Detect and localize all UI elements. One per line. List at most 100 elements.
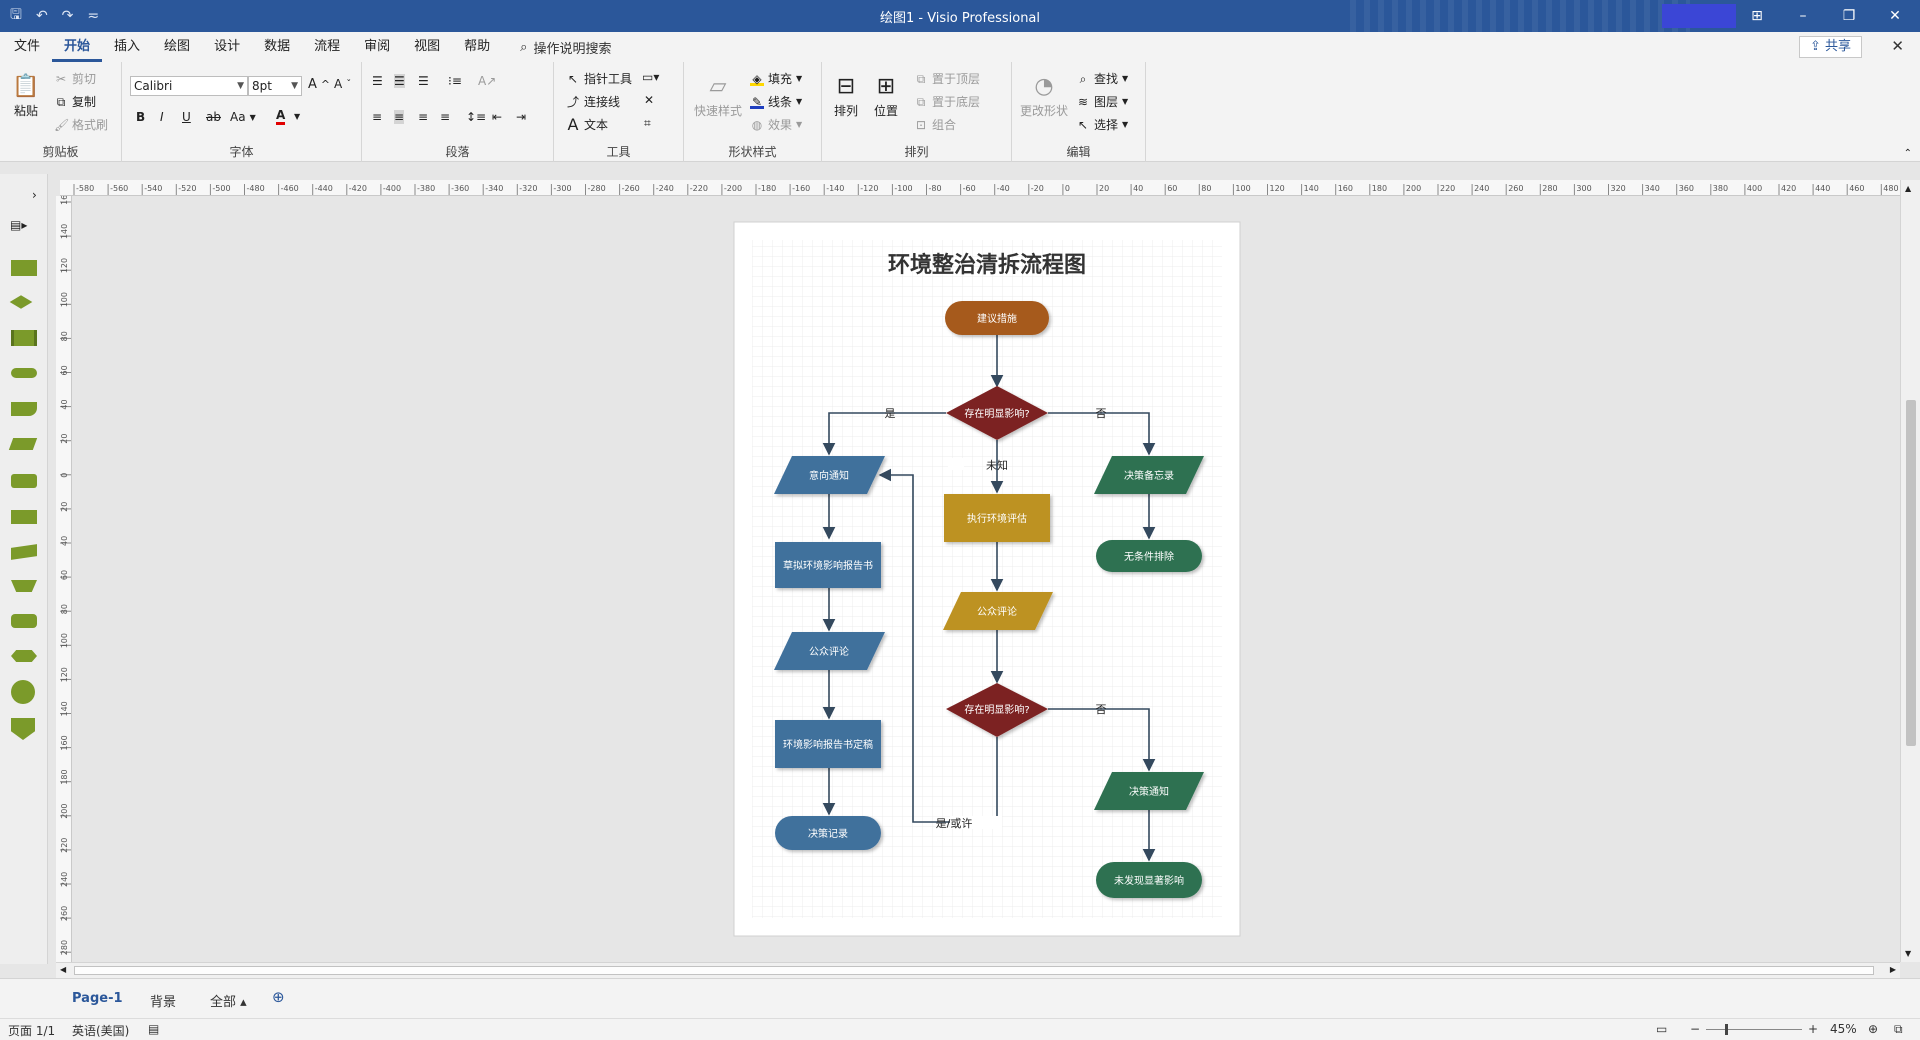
find-button[interactable]: ⌕ 查找 ▼	[1076, 70, 1129, 87]
storage-shape[interactable]	[11, 510, 37, 524]
edge-label-no2[interactable]: 否	[1096, 703, 1107, 716]
language-indicator[interactable]: 英语(美国)	[72, 1022, 129, 1039]
tab-design[interactable]: 设计	[202, 32, 252, 62]
horizontal-scroll-thumb[interactable]	[74, 966, 1874, 975]
edge-label-no[interactable]: 否	[1096, 407, 1107, 420]
align-left-icon[interactable]: ≡	[372, 110, 382, 124]
node-decision-notice[interactable]: 决策通知	[1094, 772, 1204, 810]
rectangle-tool-icon[interactable]: ▭▾	[642, 70, 659, 84]
send-to-back-button[interactable]: ⧉ 置于底层	[914, 93, 980, 110]
font-color-button[interactable]: A	[276, 108, 286, 125]
node-notice[interactable]: 意向通知	[774, 456, 885, 494]
page-tab-all[interactable]: 全部 ▴	[210, 991, 247, 1010]
stencil-menu-icon[interactable]: ▤▸	[10, 218, 27, 232]
document-shape[interactable]	[11, 402, 37, 416]
line-spacing-icon[interactable]: ↕≡	[466, 110, 486, 124]
align-top-icon[interactable]: ☰	[372, 74, 383, 88]
fill-button[interactable]: ◈ 填充 ▼	[750, 70, 802, 87]
scroll-left-icon[interactable]: ◀	[60, 965, 66, 974]
page-indicator[interactable]: 页面 1/1	[8, 1022, 55, 1039]
change-case-button[interactable]: Aa ▼	[230, 110, 256, 124]
justify-icon[interactable]: ≡	[440, 110, 450, 124]
zoom-level[interactable]: 45%	[1830, 1022, 1857, 1036]
preparation-shape[interactable]	[11, 650, 37, 662]
node-memo[interactable]: 决策备忘录	[1094, 456, 1204, 494]
collapse-ribbon-icon[interactable]: ⌃	[1904, 148, 1912, 159]
node-start[interactable]: 建议措施	[945, 301, 1049, 335]
card-shape[interactable]	[11, 614, 37, 628]
node-no-impact[interactable]: 未发现显著影响	[1096, 862, 1202, 898]
zoom-out-button[interactable]: −	[1690, 1022, 1700, 1036]
bring-to-front-button[interactable]: ⧉ 置于顶层	[914, 70, 980, 87]
macro-icon[interactable]: ▤	[148, 1022, 159, 1036]
data-shape[interactable]	[8, 438, 38, 450]
select-button[interactable]: ↖ 选择 ▼	[1076, 116, 1128, 133]
account-badge[interactable]	[1662, 4, 1736, 28]
node-draft[interactable]: 草拟环境影响报告书	[775, 542, 881, 588]
tab-draw[interactable]: 绘图	[152, 32, 202, 62]
node-comment-mid[interactable]: 公众评论	[943, 592, 1053, 630]
format-painter-button[interactable]: 🖌 格式刷	[54, 116, 108, 133]
vertical-scroll-thumb[interactable]	[1906, 400, 1916, 746]
zoom-slider-track[interactable]	[1706, 1029, 1802, 1030]
edge-label-unknown[interactable]: 未知	[986, 458, 1008, 472]
align-middle-icon[interactable]: ☰	[394, 74, 405, 88]
effects-button[interactable]: ◍ 效果 ▼	[750, 116, 802, 133]
predefined-shape[interactable]	[11, 474, 37, 488]
align-bottom-icon[interactable]: ☰	[418, 74, 429, 88]
node-excluded[interactable]: 无条件排除	[1096, 540, 1202, 572]
horizontal-scrollbar[interactable]: ◀ ▶	[56, 962, 1900, 978]
decrease-font-button[interactable]: Aˇ	[334, 77, 351, 91]
minimize-button[interactable]: –	[1780, 0, 1826, 32]
copy-button[interactable]: ⧉ 复制	[54, 93, 96, 110]
decrease-indent-icon[interactable]: ⇤	[492, 110, 502, 124]
bold-button[interactable]: B	[136, 110, 145, 124]
switch-windows-icon[interactable]: ⧉	[1894, 1022, 1903, 1037]
terminator-shape[interactable]	[11, 368, 37, 378]
node-record[interactable]: 决策记录	[775, 816, 881, 850]
scroll-up-icon[interactable]: ▲	[1905, 184, 1911, 193]
restore-button[interactable]: ❐	[1826, 0, 1872, 32]
paste-button[interactable]: 📋 粘贴	[10, 70, 42, 119]
text-direction-icon[interactable]: A↗	[478, 74, 496, 88]
tab-data[interactable]: 数据	[252, 32, 302, 62]
ribbon-display-options-icon[interactable]: ⊞	[1734, 0, 1780, 32]
manual-input-shape[interactable]	[11, 544, 37, 560]
presentation-mode-icon[interactable]: ▭	[1656, 1022, 1667, 1036]
close-icon[interactable]: ✕	[1891, 37, 1904, 55]
expand-shapes-icon[interactable]: ›	[32, 188, 37, 202]
align-right-icon[interactable]: ≡	[418, 110, 428, 124]
italic-button[interactable]: I	[160, 110, 164, 124]
tab-home[interactable]: 开始	[52, 32, 103, 62]
fit-page-icon[interactable]: ⊕	[1868, 1022, 1878, 1036]
drawing-canvas[interactable]: 环境整治清拆流程图 建议措施 存在明显影响? 意向通知 草拟环境影响报告书 公众…	[72, 196, 1900, 962]
tab-process[interactable]: 流程	[302, 32, 352, 62]
delete-connector-icon[interactable]: ✕	[644, 93, 654, 107]
quick-styles-button[interactable]: ▱ 快速样式	[694, 70, 742, 119]
font-size-select[interactable]: 8pt ▼	[248, 76, 302, 96]
layers-button[interactable]: ≋ 图层 ▼	[1076, 93, 1128, 110]
pointer-tool-button[interactable]: ↖ 指针工具	[566, 70, 632, 87]
strikethrough-button[interactable]: ab	[206, 110, 221, 124]
underline-button[interactable]: U	[182, 110, 191, 124]
tab-help[interactable]: 帮助	[452, 32, 502, 62]
tab-view[interactable]: 视图	[402, 32, 452, 62]
add-page-icon[interactable]: ⊕	[272, 988, 285, 1006]
connector-circle-shape[interactable]	[11, 680, 35, 704]
close-button[interactable]: ✕	[1872, 0, 1918, 32]
diagram-title[interactable]: 环境整治清拆流程图	[888, 252, 1086, 278]
page-tab-page1[interactable]: Page-1	[72, 991, 123, 1006]
connector-button[interactable]: ⤴ 连接线	[566, 93, 620, 110]
bullets-icon[interactable]: ⁝≡	[448, 74, 462, 88]
node-assess[interactable]: 执行环境评估	[944, 494, 1050, 542]
tab-review[interactable]: 审阅	[352, 32, 402, 62]
increase-indent-icon[interactable]: ⇥	[516, 110, 526, 124]
manual-operation-shape[interactable]	[11, 580, 37, 592]
align-center-icon[interactable]: ≡	[394, 110, 405, 124]
vertical-scrollbar[interactable]: ▲ ▼	[1900, 180, 1920, 962]
tell-me-search[interactable]: ⌕ 操作说明搜索	[520, 38, 611, 57]
scroll-right-icon[interactable]: ▶	[1890, 965, 1896, 974]
subprocess-shape[interactable]	[11, 330, 37, 346]
zoom-slider-thumb[interactable]	[1725, 1024, 1728, 1035]
text-tool-button[interactable]: A 文本	[566, 116, 609, 133]
